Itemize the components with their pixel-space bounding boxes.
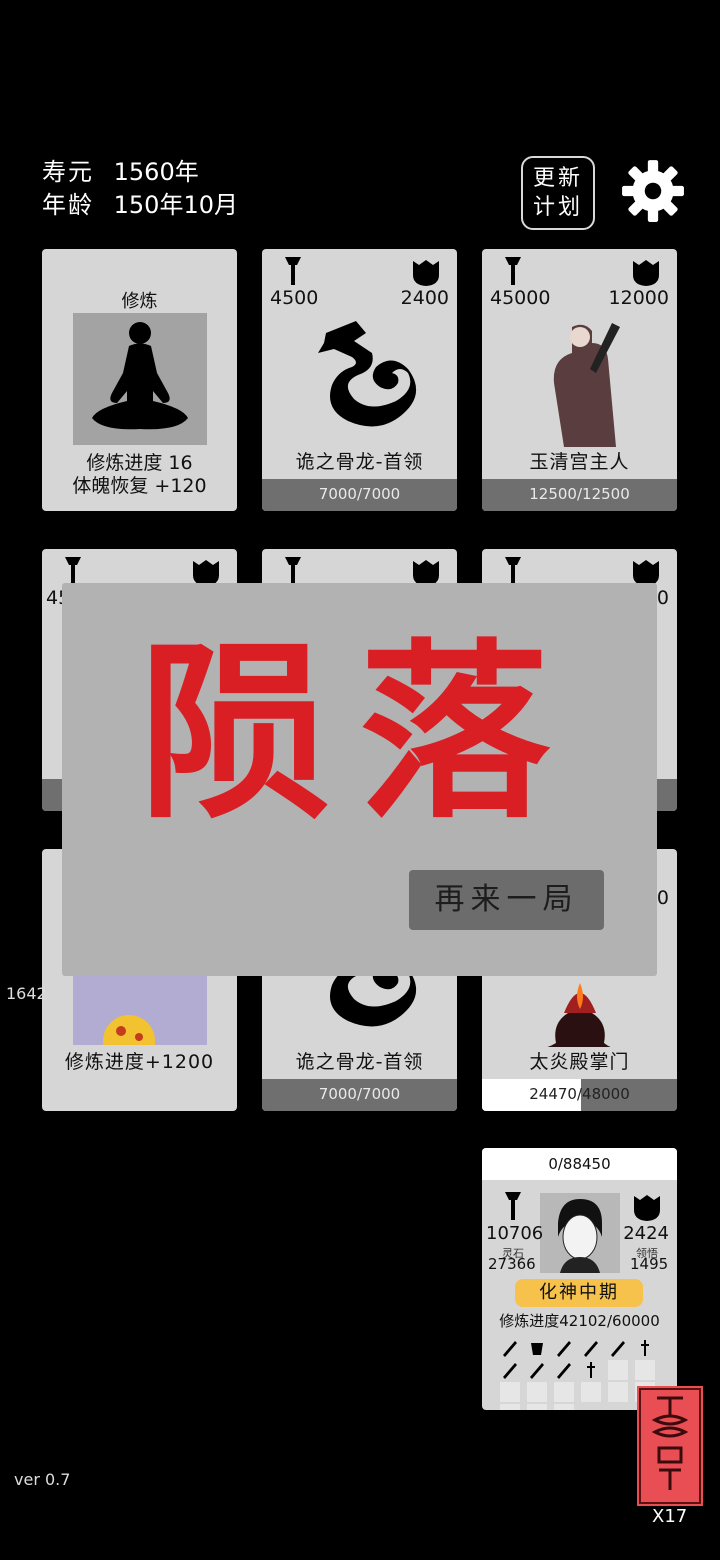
play-again-button[interactable]: 再来一局 (409, 870, 604, 930)
age-value: 150年10月 (113, 191, 238, 219)
empty-slot[interactable] (554, 1382, 575, 1402)
hp-text: 12500/12500 (529, 485, 630, 503)
player-attack: 10706 (486, 1223, 544, 1244)
meditation-card[interactable]: 修炼 修炼进度 16 体魄恢复 +120 (42, 249, 237, 511)
sword-item-icon[interactable] (581, 1338, 601, 1358)
shield-icon (634, 1195, 660, 1221)
enemy-card[interactable]: 4500 2400 诡之骨龙-首领 7000/7000 (262, 249, 457, 511)
age-label: 年龄 (42, 191, 94, 219)
lifespan-label: 寿元 (42, 158, 94, 186)
attack-value: 45000 (490, 287, 551, 309)
sword-item-icon[interactable] (554, 1338, 574, 1358)
empty-slot[interactable] (554, 1404, 575, 1410)
attack-value: 4500 (270, 287, 319, 309)
defense-value: 0 (656, 587, 669, 609)
update-plan-line1: 更新 (532, 166, 583, 191)
player-card[interactable]: 0/88450 10706 2424 灵石 27366 领悟 1495 化神中期… (482, 1148, 677, 1410)
player-defense: 2424 (623, 1223, 669, 1244)
version-label: ver 0.7 (14, 1470, 71, 1489)
dagger-item-icon[interactable] (581, 1360, 601, 1380)
update-plan-line2: 计划 (532, 195, 583, 220)
talisman-item[interactable] (637, 1386, 703, 1506)
item-effect: 修炼进度+1200 (64, 1051, 215, 1073)
armor-item-icon[interactable] (527, 1338, 547, 1358)
empty-slot[interactable] (500, 1404, 520, 1410)
empty-slot[interactable] (608, 1382, 629, 1402)
sword-icon (285, 257, 301, 285)
shield-icon (633, 260, 659, 286)
update-plan-button[interactable]: 更新 计划 (521, 156, 595, 230)
defense-value: 2400 (400, 287, 449, 309)
game-over-title: 陨落 (139, 621, 580, 844)
hp-text: 7000/7000 (318, 1085, 401, 1103)
enemy-card[interactable]: 45000 12000 玉清宫主人 12500/12500 (482, 249, 677, 511)
empty-slot[interactable] (635, 1360, 656, 1380)
spirit-stone-value: 27366 (488, 1255, 536, 1273)
side-number: 1642 (6, 984, 47, 1003)
sword-item-icon[interactable] (554, 1360, 574, 1380)
player-avatar (540, 1193, 620, 1273)
enemy-name: 诡之骨龙-首领 (295, 1051, 424, 1073)
sword-item-icon[interactable] (608, 1338, 628, 1358)
sword-icon (505, 1192, 521, 1220)
hp-bar: 7000/7000 (262, 479, 457, 511)
lifespan-value: 1560年 (113, 158, 199, 186)
bone-dragon-icon (318, 321, 417, 427)
hp-text: 7000/7000 (318, 485, 401, 503)
empty-slot[interactable] (527, 1382, 548, 1402)
empty-slot[interactable] (527, 1404, 548, 1410)
hp-bar: 12500/12500 (482, 479, 677, 511)
player-portrait (558, 1199, 602, 1273)
meditation-title: 修炼 (121, 291, 158, 312)
defense-value: 12000 (608, 287, 669, 309)
hp-bar: 24470/48000 (482, 1079, 677, 1111)
enemy-name: 诡之骨龙-首领 (295, 451, 424, 473)
shield-icon (413, 260, 439, 286)
game-over-dialog: 陨落 再来一局 (62, 583, 657, 976)
enemy-name: 太炎殿掌门 (529, 1051, 630, 1073)
player-progress: 修炼进度42102/60000 (499, 1312, 660, 1330)
realm-badge: 化神中期 (515, 1279, 643, 1307)
talisman-icon (639, 1388, 701, 1504)
talisman-count: X17 (652, 1506, 688, 1527)
enemy-name: 玉清宫主人 (529, 451, 630, 473)
player-xp: 0/88450 (482, 1148, 677, 1180)
sword-item-icon[interactable] (500, 1338, 520, 1358)
insight-value: 1495 (630, 1255, 669, 1273)
defense-value: 0 (656, 887, 669, 909)
empty-slot[interactable] (500, 1382, 520, 1402)
gear-icon[interactable] (620, 158, 686, 224)
empty-slot[interactable] (581, 1382, 602, 1402)
hp-text: 24470/48000 (529, 1085, 630, 1103)
sword-icon (505, 257, 521, 285)
hp-bar: 7000/7000 (262, 1079, 457, 1111)
status-panel: 寿元 1560年 年龄 150年10月 (42, 156, 238, 222)
empty-slot[interactable] (608, 1360, 629, 1380)
meditation-image (73, 313, 207, 445)
palace-master-figure (553, 323, 620, 447)
sword-item-icon[interactable] (527, 1360, 547, 1380)
sword-item-icon[interactable] (500, 1360, 520, 1380)
dagger-item-icon[interactable] (635, 1338, 655, 1358)
meditating-figure-icon (92, 322, 188, 430)
meditation-recovery: 体魄恢复 +120 (72, 475, 207, 497)
